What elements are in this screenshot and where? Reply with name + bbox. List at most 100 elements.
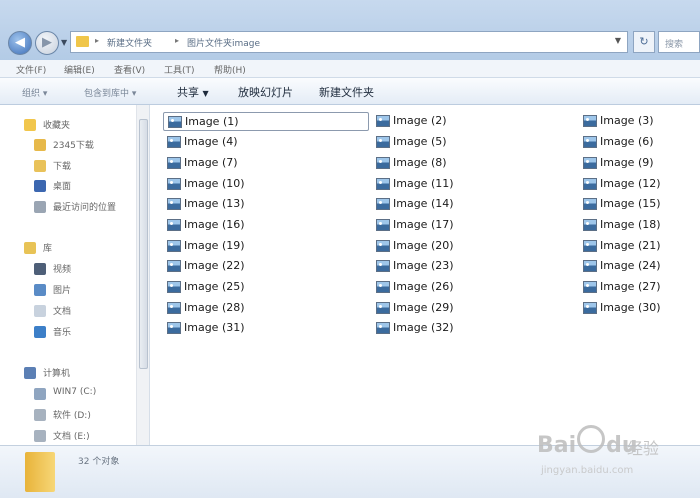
file-item[interactable]: Image (16)	[163, 216, 363, 235]
file-name: Image (18)	[600, 218, 661, 231]
file-name: Image (21)	[600, 239, 661, 252]
file-item[interactable]: Image (21)	[579, 237, 697, 256]
share-button[interactable]: 共享 ▼	[177, 84, 209, 100]
menu-help[interactable]: 帮助(H)	[214, 63, 246, 76]
drive-icon	[34, 388, 46, 400]
file-name: Image (27)	[600, 280, 661, 293]
image-file-icon	[167, 281, 181, 293]
file-name: Image (7)	[184, 156, 238, 169]
file-name: Image (14)	[393, 197, 454, 210]
file-item[interactable]: Image (28)	[163, 299, 363, 318]
slideshow-button[interactable]: 放映幻灯片	[238, 84, 293, 100]
music-icon	[34, 326, 46, 338]
file-name: Image (13)	[184, 197, 245, 210]
forward-button[interactable]: ▶	[35, 31, 59, 55]
file-item[interactable]: Image (32)	[372, 319, 572, 338]
file-item[interactable]: Image (29)	[372, 299, 572, 318]
file-item[interactable]: Image (2)	[372, 112, 572, 131]
file-item[interactable]: Image (26)	[372, 278, 572, 297]
file-name: Image (5)	[393, 135, 447, 148]
breadcrumb-image-folder[interactable]: 图片文件夹image	[187, 36, 260, 49]
image-file-icon	[376, 136, 390, 148]
image-file-icon	[583, 115, 597, 127]
image-file-icon	[583, 198, 597, 210]
folder-icon	[25, 452, 55, 492]
menu-file[interactable]: 文件(F)	[16, 63, 46, 76]
file-item[interactable]: Image (8)	[372, 154, 572, 173]
back-button[interactable]: ◀	[8, 31, 32, 55]
paw-icon	[577, 425, 605, 453]
image-file-icon	[167, 260, 181, 272]
image-file-icon	[167, 198, 181, 210]
nav-label: 下载	[53, 162, 72, 172]
image-file-icon	[583, 281, 597, 293]
download-folder-icon	[34, 139, 46, 151]
file-item[interactable]: Image (19)	[163, 237, 363, 256]
menu-edit[interactable]: 编辑(E)	[64, 63, 95, 76]
picture-icon	[34, 284, 46, 296]
file-item[interactable]: Image (3)	[579, 112, 697, 131]
file-item[interactable]: Image (6)	[579, 133, 697, 152]
file-item[interactable]: Image (7)	[163, 154, 363, 173]
watermark-subtitle: 经验	[627, 439, 660, 458]
file-item[interactable]: Image (24)	[579, 257, 697, 276]
menu-view[interactable]: 查看(V)	[114, 63, 145, 76]
file-item[interactable]: Image (25)	[163, 278, 363, 297]
file-item[interactable]: Image (11)	[372, 175, 572, 194]
image-file-icon	[583, 157, 597, 169]
file-item[interactable]: Image (14)	[372, 195, 572, 214]
include-in-library-button[interactable]: 包含到库中 ▾	[84, 86, 136, 99]
forward-arrow-icon: ▶	[42, 35, 52, 50]
breadcrumb-new-folder[interactable]: 新建文件夹	[107, 36, 152, 49]
nav-label: 图片	[53, 286, 72, 296]
file-name: Image (30)	[600, 301, 661, 314]
file-name: Image (28)	[184, 301, 245, 314]
image-file-icon	[583, 302, 597, 314]
nav-label: 收藏夹	[43, 121, 71, 131]
file-item[interactable]: Image (15)	[579, 195, 697, 214]
file-item[interactable]: Image (9)	[579, 154, 697, 173]
refresh-button[interactable]: ↻	[633, 31, 655, 53]
new-folder-button[interactable]: 新建文件夹	[319, 84, 374, 100]
video-icon	[34, 263, 46, 275]
image-file-icon	[376, 302, 390, 314]
file-item[interactable]: Image (1)	[163, 112, 369, 131]
share-label: 共享	[177, 86, 199, 99]
file-name: Image (3)	[600, 114, 654, 127]
organize-button[interactable]: 组织 ▾	[22, 86, 47, 99]
image-file-icon	[583, 219, 597, 231]
folder-icon	[76, 36, 89, 47]
file-item[interactable]: Image (27)	[579, 278, 697, 297]
file-name: Image (6)	[600, 135, 654, 148]
file-item[interactable]: Image (23)	[372, 257, 572, 276]
file-name: Image (2)	[393, 114, 447, 127]
file-name: Image (29)	[393, 301, 454, 314]
image-file-icon	[167, 322, 181, 334]
file-item[interactable]: Image (13)	[163, 195, 363, 214]
file-item[interactable]: Image (22)	[163, 257, 363, 276]
file-item[interactable]: Image (5)	[372, 133, 572, 152]
scrollbar-thumb[interactable]	[139, 119, 148, 369]
file-item[interactable]: Image (30)	[579, 299, 697, 318]
image-file-icon	[583, 136, 597, 148]
file-name: Image (16)	[184, 218, 245, 231]
address-bar[interactable]: ▸ 新建文件夹 ▸ 图片文件夹image ▼	[70, 31, 628, 53]
file-name: Image (20)	[393, 239, 454, 252]
menu-tools[interactable]: 工具(T)	[164, 63, 195, 76]
file-item[interactable]: Image (31)	[163, 319, 363, 338]
image-file-icon	[376, 281, 390, 293]
address-dropdown-icon[interactable]: ▼	[615, 36, 621, 45]
file-item[interactable]: Image (12)	[579, 175, 697, 194]
file-item[interactable]: Image (20)	[372, 237, 572, 256]
recent-pages-dropdown-icon[interactable]: ▼	[61, 38, 67, 47]
file-item[interactable]: Image (18)	[579, 216, 697, 235]
image-file-icon	[376, 260, 390, 272]
navigation-scrollbar[interactable]	[136, 105, 149, 445]
image-file-icon	[167, 136, 181, 148]
navigation-pane: 收藏夹 2345下载 下载 桌面 最近访问的位置 库 视频 图片 文档 音乐 计…	[0, 105, 150, 445]
file-item[interactable]: Image (10)	[163, 175, 363, 194]
search-input[interactable]: 搜索	[658, 31, 700, 53]
breadcrumb-separator-icon: ▸	[95, 36, 100, 45]
file-item[interactable]: Image (4)	[163, 133, 363, 152]
file-item[interactable]: Image (17)	[372, 216, 572, 235]
